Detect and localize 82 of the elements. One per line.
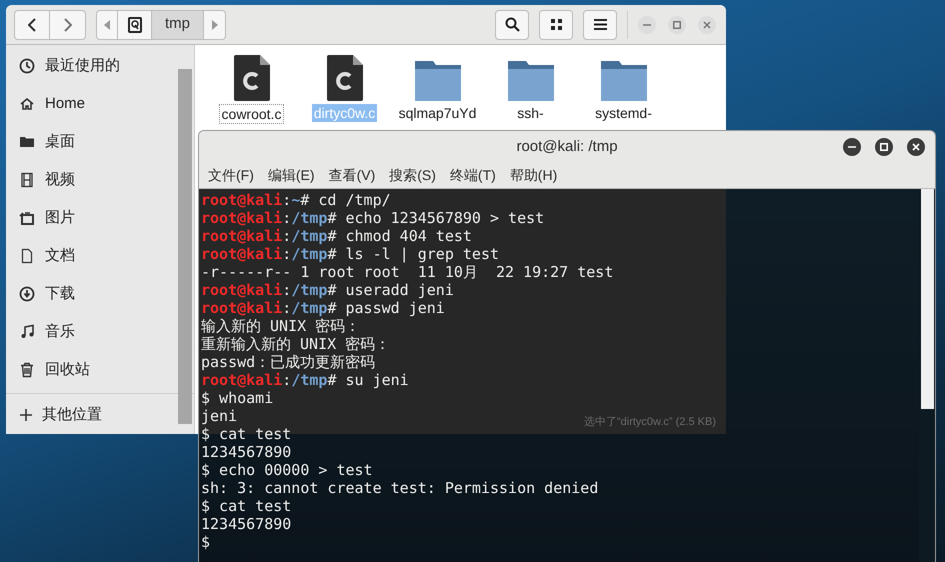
sidebar-item[interactable]: 下载 <box>6 275 180 313</box>
status-text: 选中了“dirtyc0w.c” (2.5 KB) <box>584 414 716 430</box>
plus-icon <box>20 409 32 421</box>
menu-item[interactable]: 查看(V) <box>324 165 380 186</box>
prompt-line: root@kali:~# cd /tmp/ <box>201 191 391 209</box>
c-file-icon <box>326 55 362 101</box>
grid-view-button[interactable] <box>539 10 573 40</box>
file-item[interactable]: sqlmap7uYd <box>391 51 484 124</box>
sidebar-item[interactable]: 文档 <box>6 237 180 275</box>
output-line: 1234567890 <box>201 443 292 461</box>
sidebar-item[interactable]: 回收站 <box>6 351 180 389</box>
minimize-icon <box>848 146 856 148</box>
minimize-icon <box>643 24 651 26</box>
download-icon <box>19 286 35 302</box>
sidebar-item[interactable]: 桌面 <box>6 123 180 161</box>
forward-button[interactable] <box>50 10 86 40</box>
minimize-button[interactable] <box>843 138 861 156</box>
menu-item[interactable]: 搜索(S) <box>384 165 441 186</box>
sidebar-item[interactable]: 最近使用的 <box>6 47 180 85</box>
prompt-line: root@kali:/tmp# useradd jeni <box>201 281 454 299</box>
output-line: 输入新的 UNIX 密码： <box>201 317 360 335</box>
output-line: $ echo 00000 > test <box>201 461 373 479</box>
prompt-line: root@kali:/tmp# su jeni <box>201 371 409 389</box>
maximize-icon <box>673 20 681 28</box>
grid-icon <box>550 19 562 30</box>
sidebar-item[interactable]: 音乐 <box>6 313 180 351</box>
path-segment-button[interactable]: tmp <box>152 10 204 40</box>
path-scroll-right-button[interactable] <box>204 10 226 40</box>
maximize-icon <box>880 143 888 151</box>
window-title: root@kali: /tmp <box>516 136 618 157</box>
output-line: 重新输入新的 UNIX 密码： <box>201 335 390 353</box>
folder-icon <box>508 59 554 101</box>
search-icon <box>504 17 520 32</box>
music-note-icon <box>19 324 35 340</box>
output-line: -r-----r-- 1 root root 11 10月 22 19:27 test <box>201 263 614 281</box>
folder-icon <box>414 59 460 101</box>
prompt-line: root@kali:/tmp# ls -l | grep test <box>201 245 500 263</box>
drive-icon <box>128 16 142 32</box>
sidebar-item[interactable]: 视频 <box>6 161 180 199</box>
menu-item[interactable]: 终端(T) <box>444 165 501 186</box>
drive-button[interactable] <box>118 10 152 40</box>
c-file-icon <box>234 55 270 101</box>
output-line: 1234567890 <box>201 515 292 533</box>
sidebar-item[interactable]: 其他位置 <box>6 398 180 432</box>
maximize-button[interactable] <box>875 138 893 156</box>
menu-icon <box>594 19 606 30</box>
output-line: sh: 3: cannot create test: Permission denied <box>201 479 598 497</box>
back-button[interactable] <box>14 10 50 40</box>
close-icon <box>912 143 920 151</box>
search-button[interactable] <box>495 10 529 40</box>
prompt-line: root@kali:/tmp# echo 1234567890 > test <box>201 209 544 227</box>
output-line: passwd：已成功更新密码 <box>201 353 376 371</box>
file-item[interactable]: systemd- <box>577 51 670 124</box>
folder-icon <box>600 59 646 101</box>
prompt-line: root@kali:/tmp# passwd jeni <box>201 299 445 317</box>
file-item[interactable]: ssh- <box>484 51 577 124</box>
home-icon <box>19 96 35 112</box>
film-icon <box>19 172 35 188</box>
output-line: $ whoami <box>201 389 274 407</box>
menu-item[interactable]: 帮助(H) <box>504 165 562 186</box>
menu-button[interactable] <box>583 10 617 40</box>
caret-left-icon <box>104 20 110 30</box>
output-line: jeni <box>201 407 238 425</box>
back-icon <box>28 18 36 32</box>
sidebar-item[interactable]: 图片 <box>6 199 180 237</box>
folder-icon <box>19 134 35 150</box>
forward-icon <box>64 18 72 32</box>
output-line: $ <box>201 533 210 551</box>
caret-right-icon <box>212 20 218 30</box>
trash-icon <box>19 362 35 378</box>
prompt-line: root@kali:/tmp# chmod 404 test <box>201 227 472 245</box>
output-line: $ cat test <box>201 497 292 515</box>
close-button[interactable] <box>907 138 925 156</box>
clock-icon <box>19 58 35 74</box>
document-icon <box>19 248 35 264</box>
close-icon <box>703 20 711 28</box>
sidebar-item[interactable]: Home <box>6 85 180 123</box>
menu-item[interactable]: 编辑(E) <box>262 165 320 186</box>
menu-item[interactable]: 文件(F) <box>203 165 259 186</box>
output-line: $ cat test <box>201 425 292 443</box>
file-item[interactable]: cowroot.c <box>205 51 298 124</box>
camera-icon <box>19 210 35 226</box>
